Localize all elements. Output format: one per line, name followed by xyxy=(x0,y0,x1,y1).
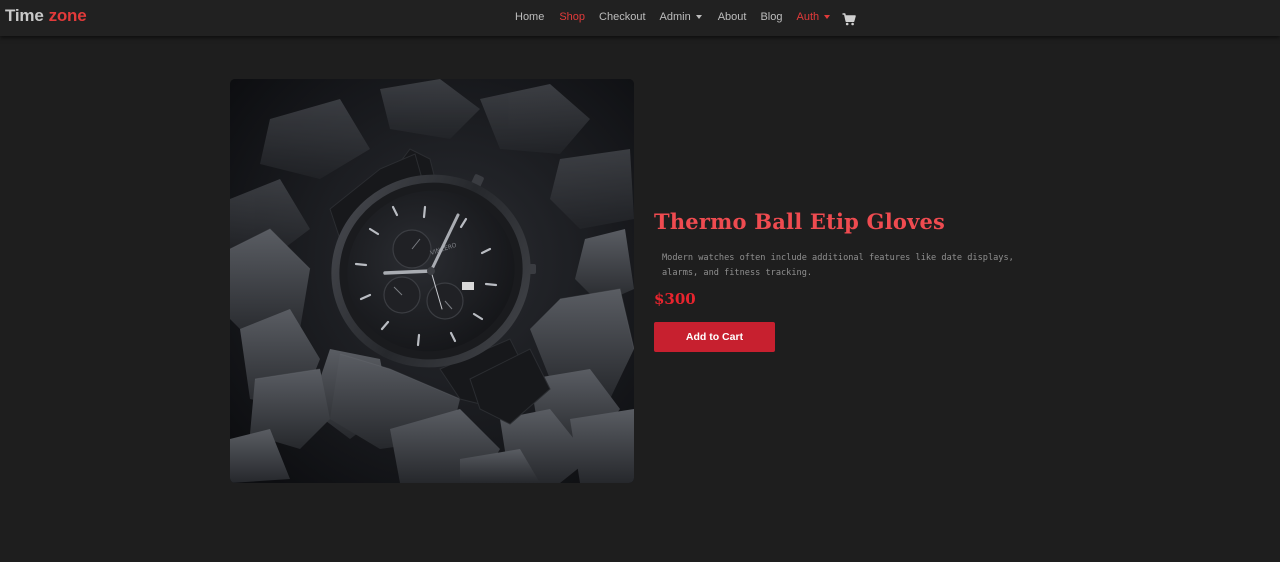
caret-down-icon xyxy=(824,15,831,19)
nav-admin-dropdown[interactable]: Admin xyxy=(660,11,702,23)
nav-menu: Home Shop Checkout Admin About Blog Auth xyxy=(515,0,856,34)
product-description: Modern watches often include additional … xyxy=(662,253,1014,278)
nav-shop[interactable]: Shop xyxy=(559,11,585,23)
brand-logo[interactable]: Time zone xyxy=(5,6,87,26)
brand-logo-part1: Time xyxy=(5,6,44,25)
brand-logo-part2: zone xyxy=(48,6,87,25)
shopping-cart-icon[interactable] xyxy=(842,13,856,26)
product-title: Thermo Ball Etip Gloves xyxy=(654,209,946,234)
nav-about[interactable]: About xyxy=(718,11,747,23)
product-image: VINCERO xyxy=(230,79,634,483)
navbar: Time zone Home Shop Checkout Admin About … xyxy=(0,0,1280,36)
nav-checkout[interactable]: Checkout xyxy=(599,11,645,23)
nav-auth-dropdown[interactable]: Auth xyxy=(797,11,831,23)
nav-auth-label: Auth xyxy=(796,11,820,23)
caret-down-icon xyxy=(695,15,702,19)
product-price: $300 xyxy=(654,290,696,308)
add-to-cart-button[interactable]: Add to Cart xyxy=(654,322,775,352)
product-details: Thermo Ball Etip Gloves Modern watches o… xyxy=(654,205,1054,352)
nav-blog[interactable]: Blog xyxy=(760,11,782,23)
nav-admin-label: Admin xyxy=(659,11,691,23)
nav-home[interactable]: Home xyxy=(515,11,544,23)
